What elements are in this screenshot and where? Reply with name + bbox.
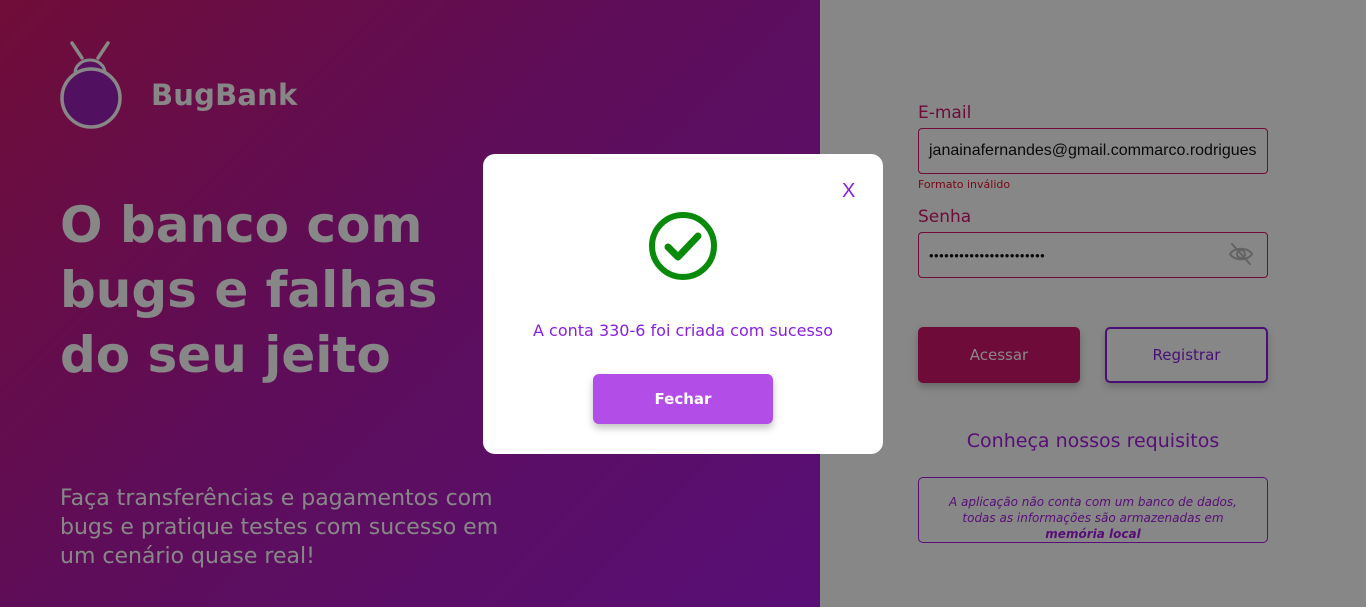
modal-message: A conta 330-6 foi criada com sucesso [533, 321, 833, 340]
close-icon[interactable]: X [842, 180, 855, 203]
check-circle-icon [647, 210, 719, 286]
close-button[interactable]: Fechar [593, 374, 773, 424]
success-modal: X A conta 330-6 foi criada com sucesso F… [483, 154, 883, 454]
